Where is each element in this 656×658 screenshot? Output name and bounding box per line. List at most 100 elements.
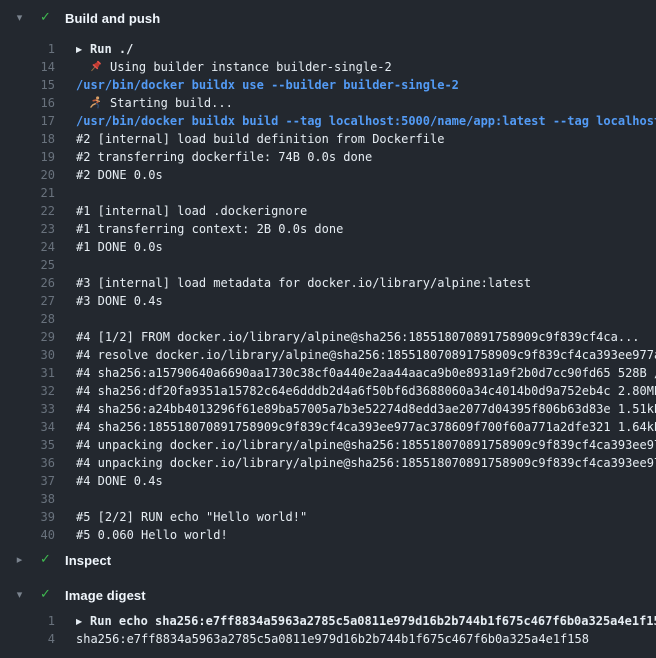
expand-step-icon[interactable] xyxy=(76,613,90,630)
log-group-header-inspect[interactable]: Inspect xyxy=(0,550,656,570)
log-lines-build-and-push: 1 Run ./ 14 Using builder instance build… xyxy=(0,40,656,544)
log-text: Run ./ xyxy=(76,40,133,58)
log-text: Starting build... xyxy=(76,94,233,112)
log-group-image-digest: Image digest 1 Run echo sha256:e7ff8834a… xyxy=(0,585,656,648)
log-text: #3 [internal] load metadata for docker.i… xyxy=(76,274,531,292)
line-number[interactable]: 37 xyxy=(0,472,55,490)
line-number[interactable]: 33 xyxy=(0,400,55,418)
log-group-title: Inspect xyxy=(65,553,111,568)
line-number[interactable]: 28 xyxy=(0,310,55,328)
chevron-down-icon[interactable] xyxy=(13,8,26,28)
line-number[interactable]: 18 xyxy=(0,130,55,148)
log-text: #4 sha256:df20fa9351a15782c64e6dddb2d4a6… xyxy=(76,382,656,400)
log-text: #2 [internal] load build definition from… xyxy=(76,130,444,148)
log-group-build-and-push: Build and push 1 Run ./ 14 Using builder… xyxy=(0,8,656,544)
log-text: #1 DONE 0.0s xyxy=(76,238,163,256)
log-text: #3 DONE 0.4s xyxy=(76,292,163,310)
line-number[interactable]: 20 xyxy=(0,166,55,184)
line-number[interactable]: 1 xyxy=(0,40,55,58)
log-line: 38 xyxy=(0,490,656,508)
log-line: 19 #2 transferring dockerfile: 74B 0.0s … xyxy=(0,148,656,166)
success-check-icon xyxy=(38,550,53,570)
log-line: 27 #3 DONE 0.4s xyxy=(0,292,656,310)
log-line: 22 #1 [internal] load .dockerignore xyxy=(0,202,656,220)
chevron-down-icon[interactable] xyxy=(13,585,26,605)
log-line: 17 /usr/bin/docker buildx build --tag lo… xyxy=(0,112,656,130)
runner-emoji-icon xyxy=(89,96,102,109)
line-number[interactable]: 26 xyxy=(0,274,55,292)
log-text: #4 unpacking docker.io/library/alpine@sh… xyxy=(76,454,656,472)
log-line: 25 xyxy=(0,256,656,274)
log-text: sha256:e7ff8834a5963a2785c5a0811e979d16b… xyxy=(76,630,589,648)
line-number[interactable]: 15 xyxy=(0,76,55,94)
log-line: 23 #1 transferring context: 2B 0.0s done xyxy=(0,220,656,238)
pushpin-emoji-icon xyxy=(89,60,102,73)
log-lines-image-digest: 1 Run echo sha256:e7ff8834a5963a2785c5a0… xyxy=(0,612,656,648)
line-number[interactable]: 24 xyxy=(0,238,55,256)
log-line: 24 #1 DONE 0.0s xyxy=(0,238,656,256)
workflow-log-viewer: Build and push 1 Run ./ 14 Using builder… xyxy=(0,0,656,648)
line-number[interactable]: 29 xyxy=(0,328,55,346)
chevron-right-icon[interactable] xyxy=(13,550,26,570)
line-number[interactable]: 25 xyxy=(0,256,55,274)
expand-step-icon[interactable] xyxy=(76,41,90,58)
log-text: #4 DONE 0.4s xyxy=(76,472,163,490)
line-number[interactable]: 14 xyxy=(0,58,55,76)
line-number[interactable]: 4 xyxy=(0,630,55,648)
log-text: #4 unpacking docker.io/library/alpine@sh… xyxy=(76,436,656,454)
line-number[interactable]: 23 xyxy=(0,220,55,238)
log-line: 1 Run ./ xyxy=(0,40,656,58)
line-number[interactable]: 31 xyxy=(0,364,55,382)
log-line: 29 #4 [1/2] FROM docker.io/library/alpin… xyxy=(0,328,656,346)
line-number[interactable]: 17 xyxy=(0,112,55,130)
line-number[interactable]: 35 xyxy=(0,436,55,454)
log-line: 31 #4 sha256:a15790640a6690aa1730c38cf0a… xyxy=(0,364,656,382)
log-line: 35 #4 unpacking docker.io/library/alpine… xyxy=(0,436,656,454)
log-line: 1 Run echo sha256:e7ff8834a5963a2785c5a0… xyxy=(0,612,656,630)
log-text: Using builder instance builder-single-2 xyxy=(76,58,392,76)
log-line: 30 #4 resolve docker.io/library/alpine@s… xyxy=(0,346,656,364)
log-line: 15 /usr/bin/docker buildx use --builder … xyxy=(0,76,656,94)
log-line: 16 Starting build... xyxy=(0,94,656,112)
line-number[interactable]: 40 xyxy=(0,526,55,544)
log-text: #4 sha256:185518070891758909c9f839cf4ca3… xyxy=(76,418,656,436)
log-line: 26 #3 [internal] load metadata for docke… xyxy=(0,274,656,292)
log-text: Run echo sha256:e7ff8834a5963a2785c5a081… xyxy=(76,612,656,630)
log-text: #4 sha256:a15790640a6690aa1730c38cf0a440… xyxy=(76,364,656,382)
log-line: 20 #2 DONE 0.0s xyxy=(0,166,656,184)
log-group-title: Image digest xyxy=(65,588,146,603)
log-text: #2 transferring dockerfile: 74B 0.0s don… xyxy=(76,148,372,166)
log-line: 33 #4 sha256:a24bb4013296f61e89ba57005a7… xyxy=(0,400,656,418)
log-text: #1 [internal] load .dockerignore xyxy=(76,202,307,220)
line-number[interactable]: 27 xyxy=(0,292,55,310)
line-number[interactable]: 34 xyxy=(0,418,55,436)
log-line: 40 #5 0.060 Hello world! xyxy=(0,526,656,544)
log-group-header-build-and-push[interactable]: Build and push xyxy=(0,8,656,28)
log-text: #4 resolve docker.io/library/alpine@sha2… xyxy=(76,346,656,364)
log-line: 21 xyxy=(0,184,656,202)
success-check-icon xyxy=(38,585,53,605)
line-number[interactable]: 1 xyxy=(0,612,55,630)
log-text: #4 [1/2] FROM docker.io/library/alpine@s… xyxy=(76,328,640,346)
log-group-header-image-digest[interactable]: Image digest xyxy=(0,585,656,605)
log-text: #1 transferring context: 2B 0.0s done xyxy=(76,220,343,238)
line-number[interactable]: 19 xyxy=(0,148,55,166)
line-number[interactable]: 38 xyxy=(0,490,55,508)
log-line: 14 Using builder instance builder-single… xyxy=(0,58,656,76)
log-line: 34 #4 sha256:185518070891758909c9f839cf4… xyxy=(0,418,656,436)
log-text: #4 sha256:a24bb4013296f61e89ba57005a7b3e… xyxy=(76,400,656,418)
log-text-command: /usr/bin/docker buildx build --tag local… xyxy=(76,112,656,130)
log-group-inspect: Inspect xyxy=(0,550,656,570)
log-line: 32 #4 sha256:df20fa9351a15782c64e6dddb2d… xyxy=(0,382,656,400)
line-number[interactable]: 21 xyxy=(0,184,55,202)
log-line: 4 sha256:e7ff8834a5963a2785c5a0811e979d1… xyxy=(0,630,656,648)
log-line: 28 xyxy=(0,310,656,328)
success-check-icon xyxy=(38,8,53,28)
line-number[interactable]: 39 xyxy=(0,508,55,526)
line-number[interactable]: 16 xyxy=(0,94,55,112)
log-line: 39 #5 [2/2] RUN echo "Hello world!" xyxy=(0,508,656,526)
line-number[interactable]: 30 xyxy=(0,346,55,364)
line-number[interactable]: 32 xyxy=(0,382,55,400)
line-number[interactable]: 36 xyxy=(0,454,55,472)
line-number[interactable]: 22 xyxy=(0,202,55,220)
